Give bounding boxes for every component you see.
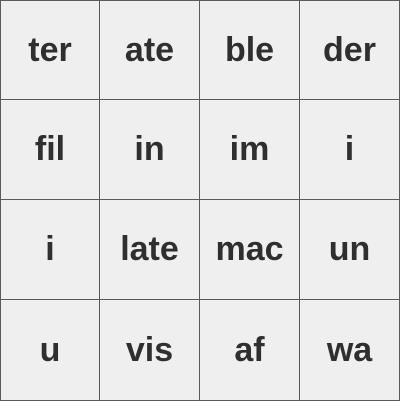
tile-r1-c2[interactable]: ate	[100, 0, 200, 100]
tile-r2-c1[interactable]: fil	[0, 100, 100, 200]
tile-r4-c1[interactable]: u	[0, 300, 100, 401]
tile-r3-c1[interactable]: i	[0, 200, 100, 300]
tile-r2-c3[interactable]: im	[200, 100, 300, 200]
tile-r2-c2[interactable]: in	[100, 100, 200, 200]
tile-r3-c3[interactable]: mac	[200, 200, 300, 300]
syllable-grid: ter ate ble der fil in im i i late mac u…	[0, 0, 400, 401]
tile-r3-c2[interactable]: late	[100, 200, 200, 300]
tile-r1-c3[interactable]: ble	[200, 0, 300, 100]
tile-r4-c4[interactable]: wa	[300, 300, 400, 401]
tile-r1-c1[interactable]: ter	[0, 0, 100, 100]
tile-r4-c2[interactable]: vis	[100, 300, 200, 401]
tile-r1-c4[interactable]: der	[300, 0, 400, 100]
tile-r4-c3[interactable]: af	[200, 300, 300, 401]
tile-r3-c4[interactable]: un	[300, 200, 400, 300]
tile-r2-c4[interactable]: i	[300, 100, 400, 200]
